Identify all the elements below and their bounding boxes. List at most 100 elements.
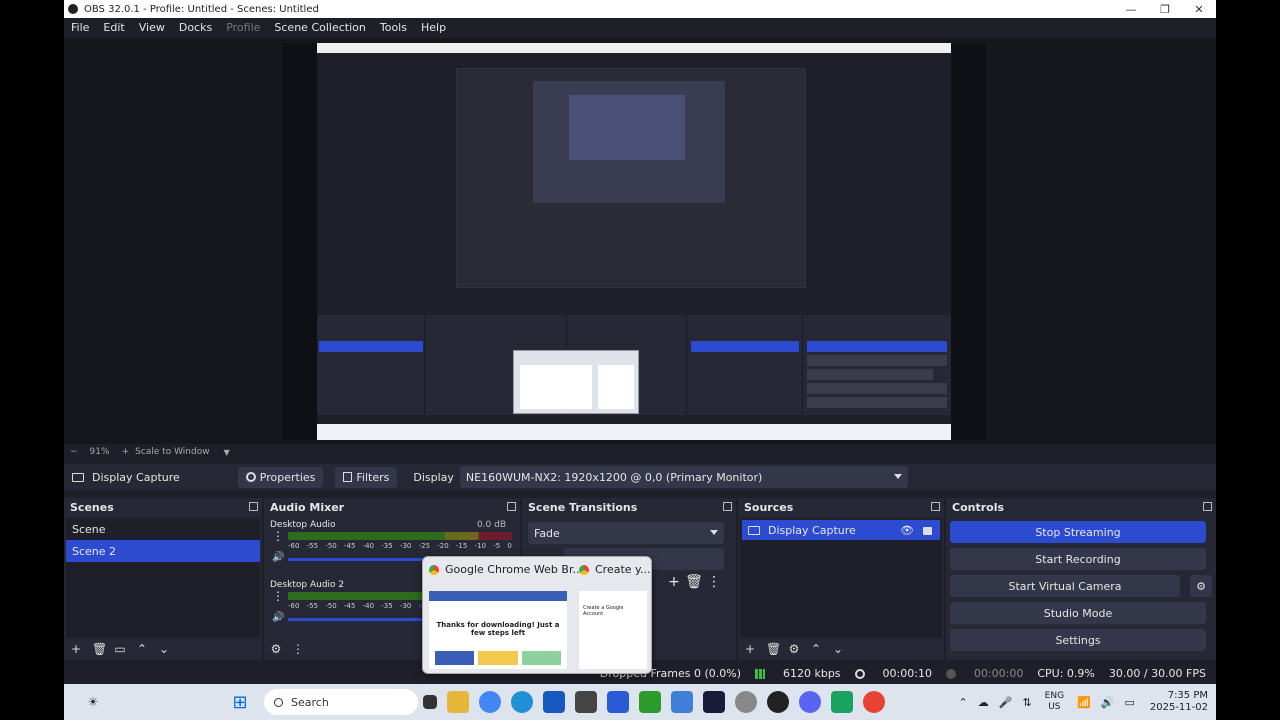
close-button[interactable]: ✕	[1182, 3, 1216, 16]
gear-icon[interactable]: ⚙	[270, 643, 282, 655]
xbox-icon[interactable]	[639, 691, 661, 713]
filters-button[interactable]: Filters	[335, 466, 398, 488]
menu-view[interactable]: View	[132, 21, 172, 34]
preview-thumbnail-1[interactable]: Thanks for downloading! Just a few steps…	[429, 591, 567, 669]
zoom-out-button[interactable]: −	[70, 447, 78, 457]
menu-file[interactable]: File	[64, 21, 96, 34]
menu-edit[interactable]: Edit	[96, 21, 131, 34]
preview-nested-capture-2	[533, 81, 725, 203]
scale-tick: -20	[437, 542, 449, 550]
preview-tab-2[interactable]: Create y...	[579, 563, 650, 576]
restore-button[interactable]: ❐	[1148, 3, 1182, 16]
battery-icon[interactable]: ▭	[1124, 696, 1134, 709]
zoom-in-button[interactable]: +	[122, 447, 130, 457]
undock-icon[interactable]	[1203, 502, 1212, 511]
display-select[interactable]: NE160WUM-NX2: 1920x1200 @ 0,0 (Primary M…	[459, 466, 908, 488]
preview-thumbnail-2[interactable]: Create a Google Account	[579, 591, 647, 669]
network-share-icon[interactable]: ⇅	[1022, 696, 1031, 709]
program-preview[interactable]	[282, 43, 986, 440]
chrome-2-icon[interactable]	[863, 691, 885, 713]
vscode-icon[interactable]	[671, 691, 693, 713]
trash-icon[interactable]: 🗑	[92, 643, 107, 655]
undock-icon[interactable]	[723, 502, 732, 511]
properties-button[interactable]: Properties	[237, 466, 324, 488]
virtual-camera-settings-button[interactable]: ⚙	[1190, 575, 1212, 597]
thumbnail-heading: Thanks for downloading! Just a few steps…	[436, 621, 560, 637]
windows-start-icon[interactable]: ⊞	[229, 691, 251, 713]
kebab-menu-icon[interactable]: ⋮	[704, 574, 724, 590]
clock[interactable]: 7:35 PM 2025-11-02	[1150, 690, 1208, 714]
studio-mode-button[interactable]: Studio Mode	[950, 602, 1206, 624]
chevron-up-icon[interactable]: ⌃	[810, 643, 822, 655]
chevron-down-icon[interactable]: ⌄	[832, 643, 844, 655]
system-tray: ⌃ ☁ 🎤 ⇅ ENG US 📶 🔊 ▭ 7:35 PM 2025-11-02	[954, 690, 1216, 714]
trash-icon[interactable]: 🗑	[766, 643, 781, 655]
sheets-icon[interactable]	[831, 691, 853, 713]
kebab-menu-icon[interactable]: ⋮	[292, 643, 304, 655]
language-indicator[interactable]: ENG US	[1045, 691, 1064, 713]
undock-icon[interactable]	[249, 502, 258, 511]
discord-icon[interactable]	[799, 691, 821, 713]
obs-icon[interactable]	[767, 691, 789, 713]
microphone-icon[interactable]: 🎤	[999, 696, 1013, 709]
start-virtual-camera-button[interactable]: Start Virtual Camera	[950, 575, 1180, 597]
settings-button[interactable]: Settings	[950, 629, 1206, 651]
preview-nested-capture	[456, 68, 806, 288]
menu-docks[interactable]: Docks	[172, 21, 219, 34]
bitrate-indicator: 6120 kbps	[754, 667, 841, 680]
chevron-down-icon[interactable]: ⌄	[158, 643, 170, 655]
chevron-up-icon[interactable]: ⌃	[136, 643, 148, 655]
trash-icon[interactable]: 🗑	[684, 574, 704, 590]
speaker-icon[interactable]: 🔊	[272, 612, 284, 623]
adobe-icon[interactable]	[703, 691, 725, 713]
menu-tools[interactable]: Tools	[373, 21, 414, 34]
speaker-icon[interactable]: 🔊	[272, 552, 284, 563]
onedrive-icon[interactable]: ☁	[978, 696, 989, 709]
minimize-button[interactable]: —	[1114, 3, 1148, 16]
source-item[interactable]: Display Capture 👁	[742, 520, 940, 540]
stop-streaming-button[interactable]: Stop Streaming	[950, 521, 1206, 543]
transition-select[interactable]: Fade	[528, 522, 724, 544]
scene-item[interactable]: Scene	[66, 518, 260, 540]
add-icon[interactable]: +	[744, 643, 756, 655]
file-explorer-icon[interactable]	[447, 691, 469, 713]
gear-icon[interactable]: ⚙	[788, 643, 800, 655]
settings-icon[interactable]	[735, 691, 757, 713]
edge-icon[interactable]	[511, 691, 533, 713]
word-icon[interactable]	[607, 691, 629, 713]
kebab-menu-icon[interactable]: ⋮	[272, 530, 284, 542]
menu-profile[interactable]: Profile	[219, 21, 267, 34]
menu-help[interactable]: Help	[414, 21, 453, 34]
windows-taskbar: ☀ ⊞ Search ⌃ ☁ 🎤 ⇅ ENG US 📶 🔊 ▭ 7:35 PM …	[64, 684, 1216, 720]
chrome-icon[interactable]	[479, 691, 501, 713]
lock-icon[interactable]	[923, 527, 932, 535]
undock-icon[interactable]	[507, 502, 516, 511]
chevron-up-icon[interactable]: ⌃	[959, 696, 968, 709]
weather-icon[interactable]: ☀	[82, 691, 104, 713]
kebab-menu-icon[interactable]: ⋮	[272, 590, 284, 602]
signal-bars-icon	[754, 668, 765, 679]
lang-top: ENG	[1044, 691, 1065, 701]
preview-tab-1[interactable]: Google Chrome Web Br...	[429, 563, 583, 576]
task-view-icon[interactable]	[423, 695, 437, 709]
wifi-icon[interactable]: 📶	[1077, 696, 1091, 709]
scale-tick: -50	[325, 542, 337, 550]
chevron-down-icon[interactable]: ▼	[224, 448, 230, 457]
taskbar-search[interactable]: Search	[264, 689, 418, 715]
preview-nested-capture-3	[569, 95, 685, 160]
scale-mode-select[interactable]: Scale to Window	[135, 447, 209, 457]
eye-icon[interactable]: 👁	[900, 524, 914, 537]
chevron-down-icon	[710, 530, 718, 535]
menu-scene-collection[interactable]: Scene Collection	[267, 21, 372, 34]
preview-mini-scenes	[317, 315, 425, 415]
app-icon[interactable]	[575, 691, 597, 713]
outlook-icon[interactable]	[543, 691, 565, 713]
scene-item-selected[interactable]: Scene 2	[66, 540, 260, 562]
add-icon[interactable]: +	[70, 643, 82, 655]
volume-icon[interactable]: 🔊	[1101, 696, 1115, 709]
start-recording-button[interactable]: Start Recording	[950, 548, 1206, 570]
undock-icon[interactable]	[931, 502, 940, 511]
filter-icon[interactable]: ▭	[114, 643, 126, 655]
meter-scale: -60 -55 -50 -45 -40 -35 -30 -25 -20 -15 …	[288, 542, 512, 550]
add-icon[interactable]: +	[664, 574, 684, 590]
